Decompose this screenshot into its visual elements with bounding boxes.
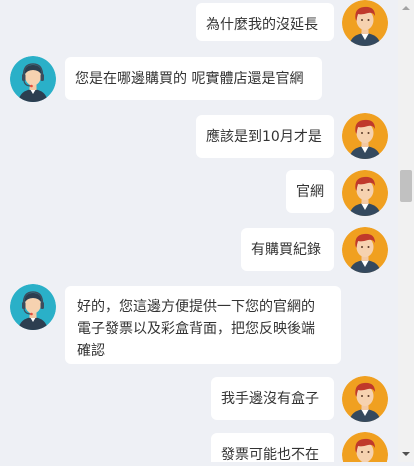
customer-avatar-icon [342,227,388,273]
vertical-scrollbar[interactable] [398,0,414,462]
customer-avatar-icon [342,432,388,462]
scroll-up-arrow-icon[interactable] [398,0,414,16]
message-text: 我手邊沒有盒子 [221,391,319,407]
chat-transcript: 為什麼我的沒延長 您是在哪邊購買的 呢實體店還是官網 應該是到10月才是 官網 … [0,0,398,462]
message-text: 應該是到10月才是 [206,129,322,145]
message-line: 確認 [77,343,105,359]
message-text: 您是在哪邊購買的 呢實體店還是官網 [75,71,304,87]
customer-avatar-icon [342,113,388,159]
agent-headset-avatar-icon [10,284,56,330]
customer-message: 我手邊沒有盒子 [211,377,334,420]
customer-avatar-icon [342,170,388,216]
scrollbar-thumb[interactable] [400,170,412,202]
message-text: 發票可能也不在 [221,447,319,462]
message-line: 電子發票以及彩盒背面，把您反映後端 [77,321,315,337]
agent-message: 您是在哪邊購買的 呢實體店還是官網 [65,57,322,100]
customer-avatar-icon [342,376,388,422]
message-text: 官網 [296,184,324,200]
scroll-down-arrow-icon[interactable] [398,446,414,462]
message-text: 為什麼我的沒延長 [206,17,318,33]
agent-message: 好的，您這邊方便提供一下您的官網的 電子發票以及彩盒背面，把您反映後端 確認 [65,286,341,364]
message-text: 有購買紀錄 [251,242,321,258]
customer-message: 官網 [286,170,334,213]
message-line: 好的，您這邊方便提供一下您的官網的 [77,299,315,315]
customer-message: 應該是到10月才是 [196,115,334,158]
customer-message: 發票可能也不在 [211,433,334,462]
customer-message: 有購買紀錄 [241,228,334,271]
customer-avatar-icon [342,0,388,46]
agent-headset-avatar-icon [10,56,56,102]
customer-message: 為什麼我的沒延長 [196,3,334,41]
